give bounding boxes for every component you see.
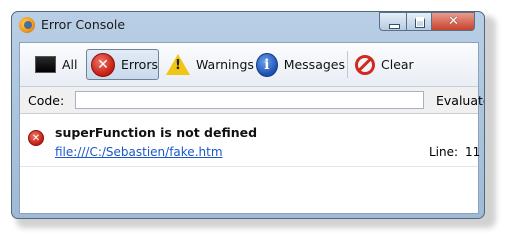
info-icon: i [256, 52, 278, 77]
list-item[interactable]: ✕ superFunction is not defined file:///C… [20, 114, 481, 167]
console-client-area: All ✕ Errors ! Warnings i Messages Clear… [19, 42, 484, 214]
toolbar: All ✕ Errors ! Warnings i Messages Clear [20, 43, 478, 87]
error-icon: ✕ [91, 52, 115, 77]
clear-button-label: Clear [381, 57, 414, 72]
source-link[interactable]: file:///C:/Sebastien/fake.htm [55, 145, 223, 159]
clear-icon [355, 54, 375, 75]
window-title: Error Console [41, 17, 126, 32]
minimize-button[interactable] [379, 12, 406, 31]
close-button[interactable]: ✕ [432, 12, 475, 31]
all-button[interactable]: All [29, 49, 81, 80]
errors-button-label: Errors [121, 57, 158, 72]
error-console-window: Error Console ✕ All ✕ Errors ! Warnings … [11, 11, 485, 219]
all-messages-icon [35, 56, 56, 73]
messages-button[interactable]: i Messages [255, 49, 345, 80]
firefox-app-icon[interactable] [19, 17, 35, 33]
title-bar[interactable]: Error Console ✕ [12, 12, 484, 38]
messages-button-label: Messages [283, 57, 345, 72]
maximize-button[interactable] [406, 12, 432, 31]
message-list[interactable]: ✕ superFunction is not defined file:///C… [20, 114, 481, 213]
clear-button[interactable]: Clear [353, 49, 415, 80]
toolbar-separator [347, 51, 348, 78]
evaluate-button[interactable]: Evaluate [436, 93, 484, 108]
warning-icon: ! [166, 54, 190, 75]
warnings-button[interactable]: ! Warnings [164, 49, 254, 80]
all-button-label: All [62, 57, 78, 72]
error-icon: ✕ [28, 130, 44, 146]
error-message: superFunction is not defined [55, 125, 258, 140]
errors-button[interactable]: ✕ Errors [86, 49, 159, 80]
warnings-button-label: Warnings [196, 57, 254, 72]
close-icon: ✕ [448, 14, 459, 29]
line-number: 11 [465, 145, 481, 159]
code-bar: Code: Evaluate [20, 87, 484, 114]
code-input[interactable] [75, 91, 424, 109]
line-label: Line: [429, 145, 459, 159]
code-label: Code: [28, 93, 65, 108]
